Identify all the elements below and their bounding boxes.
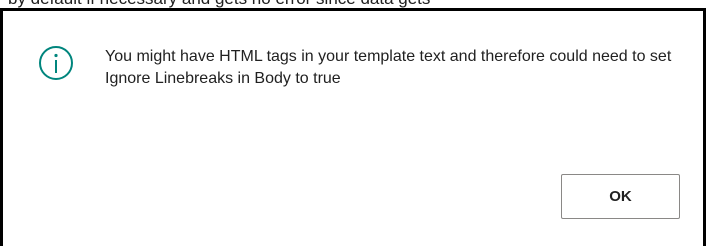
page: by default if necessary and gets no erro… bbox=[0, 0, 706, 246]
info-icon bbox=[38, 45, 74, 81]
dialog-message: You might have HTML tags in your templat… bbox=[105, 48, 672, 87]
ok-button[interactable]: OK bbox=[561, 174, 680, 219]
message-dialog: You might have HTML tags in your templat… bbox=[0, 8, 706, 246]
